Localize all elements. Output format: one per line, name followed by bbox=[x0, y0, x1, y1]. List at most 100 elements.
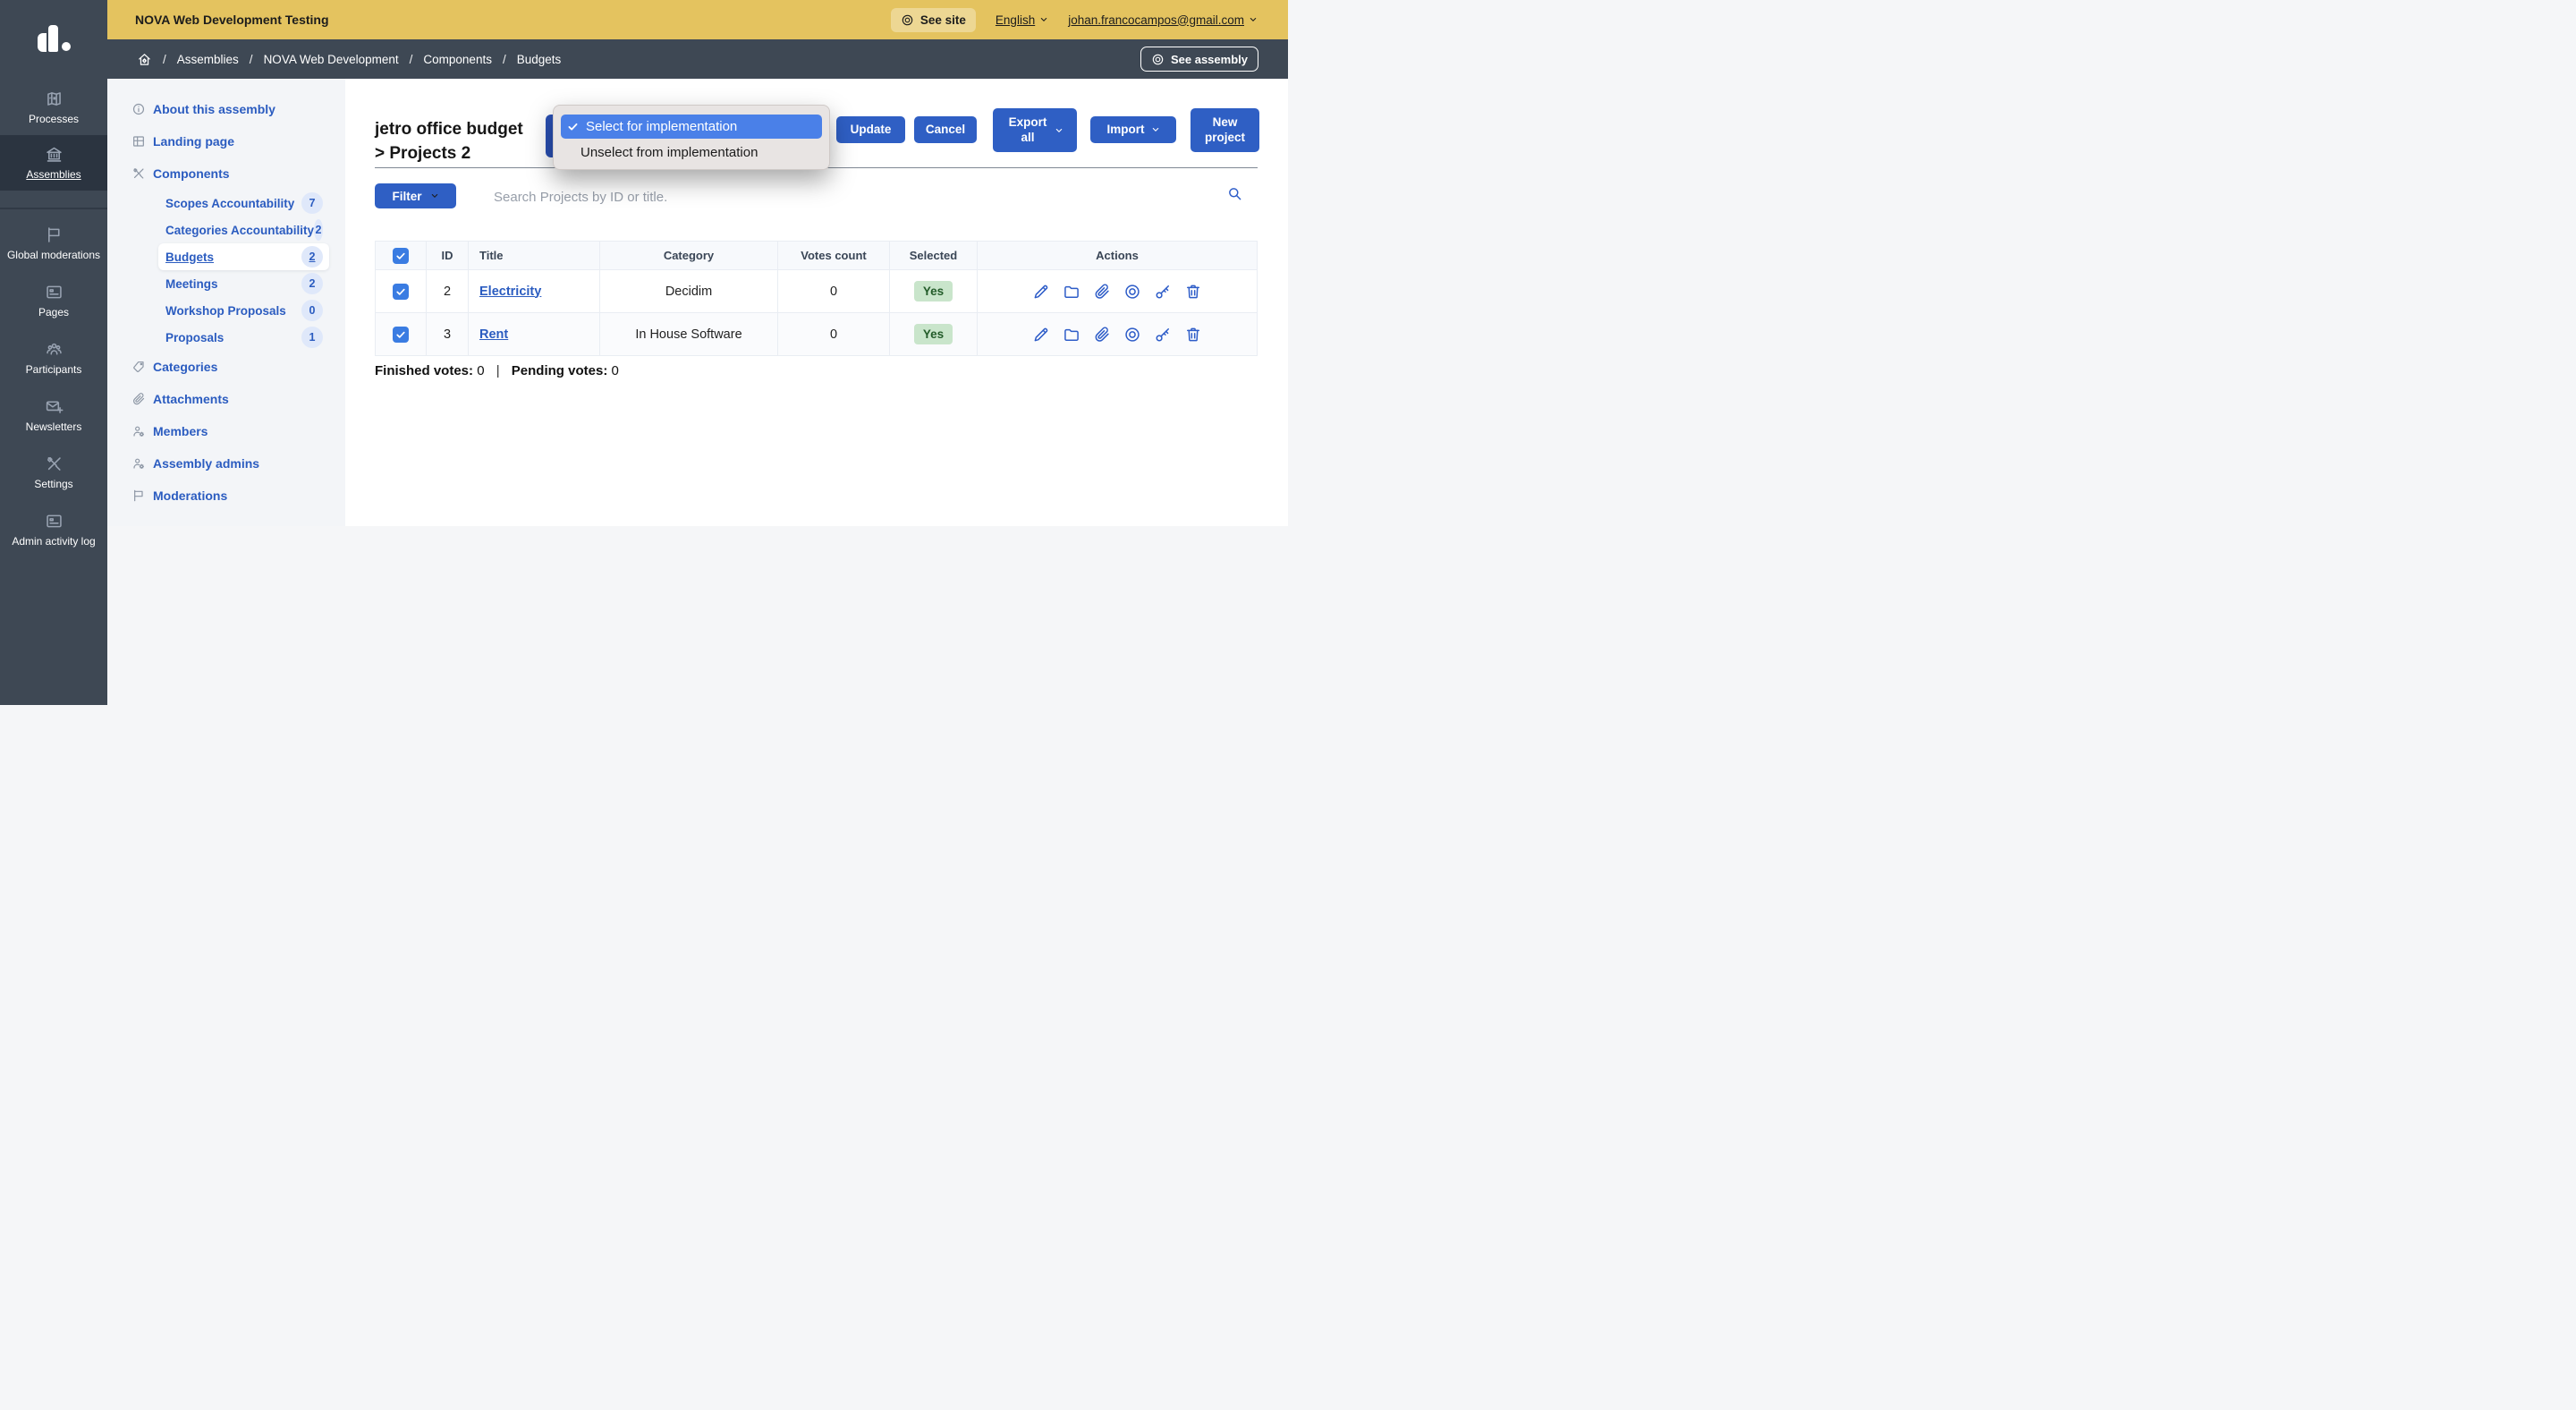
dropdown-option-unselect-from-implementation[interactable]: Unselect from implementation bbox=[561, 140, 822, 165]
breadcrumb-item-assemblies[interactable]: Assemblies bbox=[177, 53, 239, 66]
permissions-key-icon[interactable] bbox=[1154, 326, 1172, 344]
search-icon[interactable] bbox=[1227, 186, 1242, 201]
menu-item-label: Proposals bbox=[165, 331, 224, 344]
sidebar-item-settings[interactable]: Settings bbox=[0, 444, 107, 501]
delete-icon[interactable] bbox=[1184, 283, 1202, 301]
folder-icon[interactable] bbox=[1063, 283, 1080, 301]
menu-item-label: Categories bbox=[153, 360, 217, 374]
menu-item-workshop-proposals[interactable]: Workshop Proposals 0 bbox=[158, 297, 329, 324]
breadcrumb-separator: / bbox=[410, 53, 413, 66]
see-assembly-button[interactable]: See assembly bbox=[1140, 47, 1258, 72]
map-icon bbox=[45, 89, 64, 108]
column-header-selected: Selected bbox=[890, 242, 978, 270]
sidebar-item-admin-activity-log[interactable]: Admin activity log bbox=[0, 501, 107, 558]
home-icon[interactable] bbox=[137, 52, 152, 67]
sidebar-item-processes[interactable]: Processes bbox=[0, 80, 107, 135]
menu-item-label: Landing page bbox=[153, 134, 234, 149]
count-badge: 7 bbox=[301, 192, 323, 214]
sidebar-item-pages[interactable]: Pages bbox=[0, 272, 107, 329]
sidebar-item-label: Processes bbox=[29, 113, 79, 125]
search-input[interactable] bbox=[492, 183, 1193, 210]
logo-bar bbox=[48, 25, 58, 52]
edit-icon[interactable] bbox=[1032, 283, 1050, 301]
user-menu[interactable]: johan.francocampos@gmail.com bbox=[1068, 13, 1258, 27]
menu-item-label: Budgets bbox=[165, 251, 214, 264]
preview-icon[interactable] bbox=[1123, 326, 1141, 344]
tools-icon bbox=[131, 166, 146, 181]
update-button[interactable]: Update bbox=[836, 116, 905, 143]
votes-summary: Finished votes: 0 | Pending votes: 0 bbox=[375, 363, 619, 378]
menu-item-categories-accountability[interactable]: Categories Accountability 2 bbox=[158, 217, 329, 243]
menu-item-about-this-assembly[interactable]: About this assembly bbox=[107, 93, 345, 125]
language-selector[interactable]: English bbox=[996, 13, 1048, 27]
export-all-button[interactable]: Export all bbox=[993, 108, 1077, 152]
menu-item-label: Categories Accountability bbox=[165, 224, 314, 237]
menu-item-members[interactable]: Members bbox=[107, 415, 345, 447]
column-header-actions: Actions bbox=[978, 242, 1258, 270]
menu-item-budgets[interactable]: Budgets 2 bbox=[158, 243, 329, 270]
row-checkbox[interactable] bbox=[393, 327, 409, 343]
breadcrumb-item-assembly[interactable]: NOVA Web Development bbox=[264, 53, 399, 66]
menu-item-landing-page[interactable]: Landing page bbox=[107, 125, 345, 157]
flag-icon bbox=[131, 488, 146, 503]
menu-item-meetings[interactable]: Meetings 2 bbox=[158, 270, 329, 297]
breadcrumb-separator: / bbox=[503, 53, 506, 66]
selected-badge: Yes bbox=[914, 281, 953, 302]
cancel-label: Cancel bbox=[926, 123, 965, 138]
dropdown-option-select-for-implementation[interactable]: Select for implementation bbox=[561, 115, 822, 139]
see-site-icon bbox=[901, 13, 914, 27]
project-title-link[interactable]: Electricity bbox=[479, 285, 541, 299]
pending-votes-label: Pending votes: bbox=[512, 363, 608, 378]
menu-item-attachments[interactable]: Attachments bbox=[107, 383, 345, 415]
chevron-down-icon bbox=[1055, 126, 1063, 135]
top-bar: NOVA Web Development Testing See site En… bbox=[107, 0, 1288, 39]
edit-icon[interactable] bbox=[1032, 326, 1050, 344]
table-row: 3 Rent In House Software 0 Yes bbox=[376, 313, 1258, 356]
menu-item-proposals[interactable]: Proposals 1 bbox=[158, 324, 329, 351]
breadcrumb-item-budgets[interactable]: Budgets bbox=[517, 53, 562, 66]
attachments-icon[interactable] bbox=[1093, 326, 1111, 344]
sidebar-item-newsletters[interactable]: Newsletters bbox=[0, 386, 107, 444]
select-all-checkbox[interactable] bbox=[393, 248, 409, 264]
project-title-link[interactable]: Rent bbox=[479, 327, 508, 342]
permissions-key-icon[interactable] bbox=[1154, 283, 1172, 301]
sidebar-item-label: Admin activity log bbox=[12, 535, 95, 548]
delete-icon[interactable] bbox=[1184, 326, 1202, 344]
cell-votes-count: 0 bbox=[778, 313, 890, 356]
import-button[interactable]: Import bbox=[1090, 116, 1176, 143]
sidebar-item-participants[interactable]: Participants bbox=[0, 329, 107, 386]
menu-item-scopes-accountability[interactable]: Scopes Accountability 7 bbox=[158, 190, 329, 217]
sidebar-item-global-moderations[interactable]: Global moderations bbox=[0, 215, 107, 272]
see-site-label: See site bbox=[920, 13, 966, 27]
new-project-button[interactable]: New project bbox=[1191, 108, 1259, 152]
check-icon bbox=[395, 329, 406, 340]
top-bar-right: See site English johan.francocampos@gmai… bbox=[891, 8, 1258, 32]
count-badge: 2 bbox=[301, 273, 323, 294]
attachments-icon[interactable] bbox=[1093, 283, 1111, 301]
menu-item-categories[interactable]: Categories bbox=[107, 351, 345, 383]
folder-icon[interactable] bbox=[1063, 326, 1080, 344]
decidim-logo[interactable] bbox=[0, 23, 107, 52]
menu-item-label: Attachments bbox=[153, 392, 229, 406]
see-site-button[interactable]: See site bbox=[891, 8, 976, 32]
see-assembly-label: See assembly bbox=[1171, 53, 1248, 66]
assembly-menu: About this assembly Landing page Compone… bbox=[107, 79, 345, 526]
logo-dot bbox=[62, 42, 71, 51]
main-content: jetro office budget > Projects 2 Select … bbox=[345, 79, 1288, 526]
sidebar-item-assemblies[interactable]: Assemblies bbox=[0, 135, 107, 191]
preview-icon[interactable] bbox=[1123, 283, 1141, 301]
row-checkbox[interactable] bbox=[393, 284, 409, 300]
cell-category: Decidim bbox=[600, 270, 778, 313]
breadcrumb: / Assemblies / NOVA Web Development / Co… bbox=[107, 39, 1288, 79]
chevron-down-icon bbox=[1249, 15, 1258, 24]
breadcrumb-item-components[interactable]: Components bbox=[423, 53, 492, 66]
sidebar-divider bbox=[0, 208, 107, 209]
filter-button[interactable]: Filter bbox=[375, 183, 456, 208]
menu-item-components[interactable]: Components bbox=[107, 157, 345, 190]
cancel-button[interactable]: Cancel bbox=[914, 116, 977, 143]
pending-votes-value: 0 bbox=[611, 363, 618, 378]
person-gear-icon bbox=[131, 424, 146, 438]
menu-item-assembly-admins[interactable]: Assembly admins bbox=[107, 447, 345, 480]
count-badge: 2 bbox=[314, 219, 323, 241]
menu-item-moderations[interactable]: Moderations bbox=[107, 480, 345, 512]
